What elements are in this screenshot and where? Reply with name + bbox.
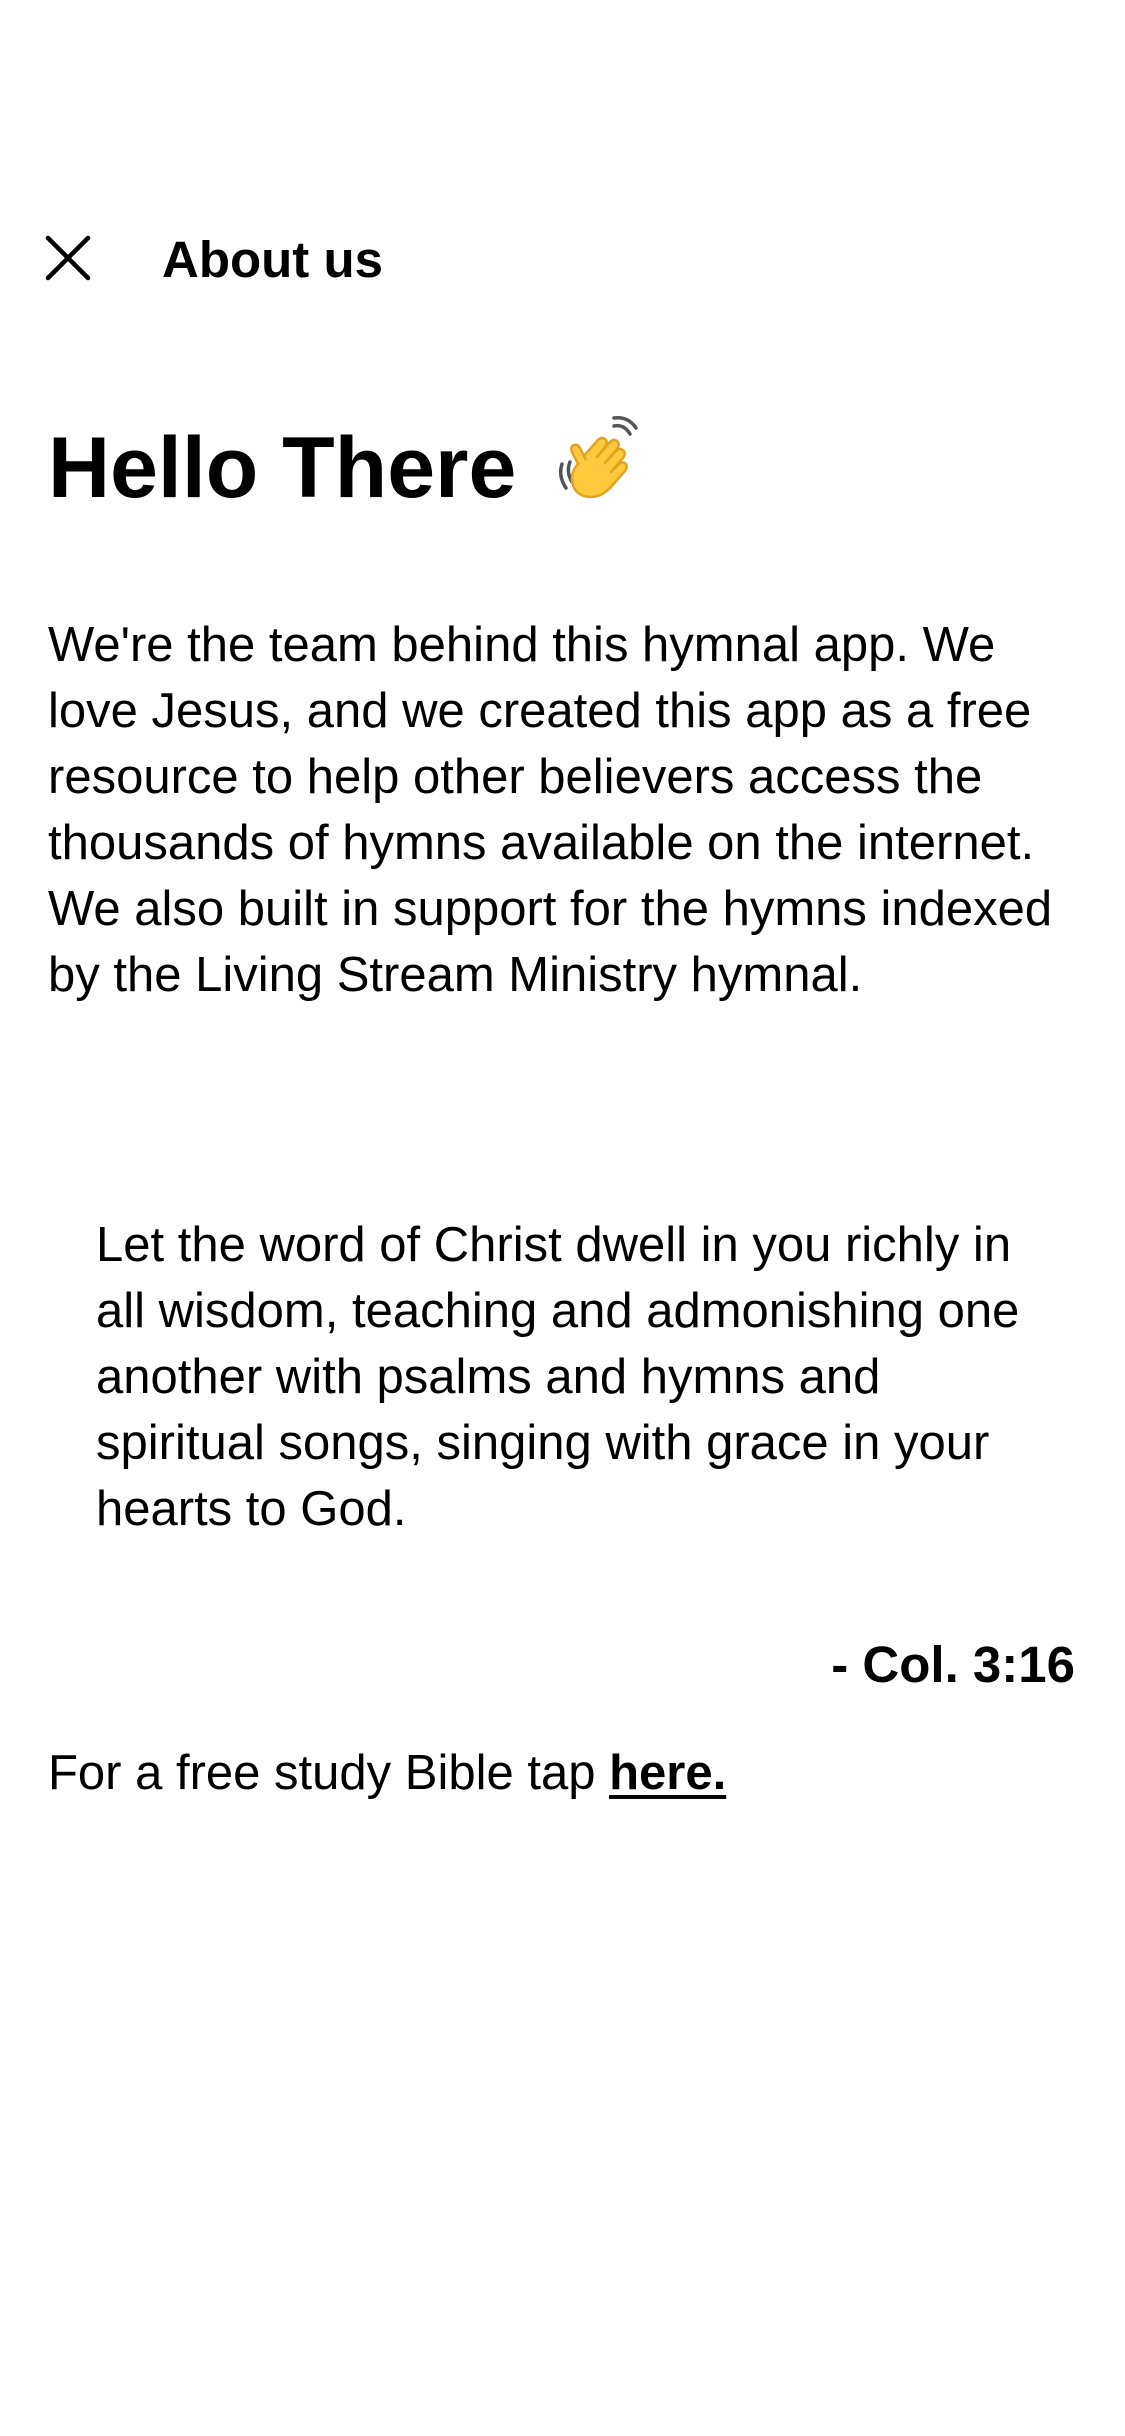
study-bible-line: For a free study Bible tap here. [48,1740,726,1806]
intro-paragraph: We're the team behind this hymnal app. W… [48,618,1053,1002]
page-title: About us [162,231,383,288]
verse-citation: - Col. 3:16 [831,1636,1075,1693]
close-button[interactable] [36,226,100,290]
bible-verse-quote: Let the word of Christ dwell in you rich… [96,1218,1020,1536]
study-bible-link[interactable]: here. [609,1746,726,1800]
study-bible-text: For a free study Bible tap [48,1746,610,1800]
hello-heading-row: Hello There [48,415,644,531]
hello-heading: Hello There [48,420,517,517]
close-icon [45,235,91,281]
waving-hand-icon [552,412,644,525]
top-bar: About us [0,200,1125,320]
